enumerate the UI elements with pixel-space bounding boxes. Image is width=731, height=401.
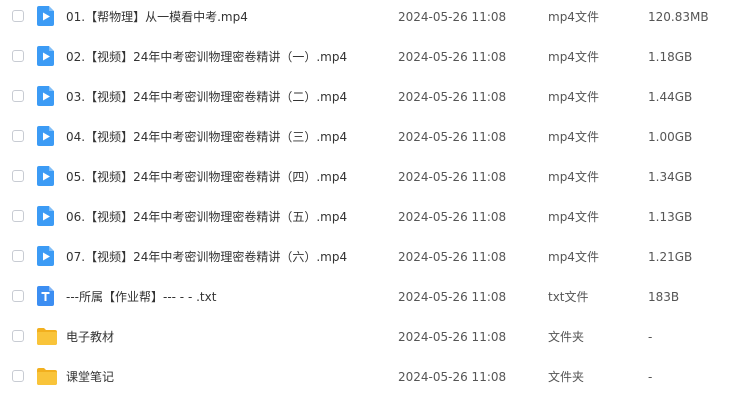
file-row[interactable]: 06.【视频】24年中考密训物理密卷精讲（五）.mp4 2024-05-26 1…	[0, 201, 731, 241]
row-checkbox[interactable]	[12, 210, 24, 222]
file-type: 文件夹	[548, 330, 585, 344]
file-date: 2024-05-26 11:08	[398, 50, 507, 64]
file-type: mp4文件	[548, 50, 599, 64]
row-checkbox[interactable]	[12, 370, 24, 382]
file-name[interactable]: 02.【视频】24年中考密训物理密卷精讲（一）.mp4	[66, 48, 347, 66]
file-name[interactable]: 03.【视频】24年中考密训物理密卷精讲（二）.mp4	[66, 88, 347, 106]
file-row[interactable]: ---所属【作业帮】--- - - .txt 2024-05-26 11:08 …	[0, 281, 731, 321]
video-file-icon	[36, 125, 56, 147]
file-size: 1.34GB	[648, 170, 693, 184]
row-checkbox[interactable]	[12, 90, 24, 102]
folder-row[interactable]: 课堂笔记 2024-05-26 11:08 文件夹 -	[0, 361, 731, 401]
file-date: 2024-05-26 11:08	[398, 330, 507, 344]
video-file-icon	[36, 85, 56, 107]
file-row[interactable]: 01.【帮物理】从一模看中考.mp4 2024-05-26 11:08 mp4文…	[0, 1, 731, 41]
video-file-icon	[36, 205, 56, 227]
file-date: 2024-05-26 11:08	[398, 210, 507, 224]
row-checkbox[interactable]	[12, 50, 24, 62]
file-date: 2024-05-26 11:08	[398, 290, 507, 304]
video-file-icon	[36, 165, 56, 187]
file-date: 2024-05-26 11:08	[398, 90, 507, 104]
file-date: 2024-05-26 11:08	[398, 250, 507, 264]
file-name[interactable]: 04.【视频】24年中考密训物理密卷精讲（三）.mp4	[66, 128, 347, 146]
video-file-icon	[36, 5, 56, 27]
file-type: 文件夹	[548, 370, 585, 384]
file-size: 1.18GB	[648, 50, 693, 64]
file-list: 01.【帮物理】从一模看中考.mp4 2024-05-26 11:08 mp4文…	[0, 0, 731, 394]
file-type: mp4文件	[548, 10, 599, 24]
file-size: 1.44GB	[648, 90, 693, 104]
file-row[interactable]: 07.【视频】24年中考密训物理密卷精讲（六）.mp4 2024-05-26 1…	[0, 241, 731, 281]
file-type: mp4文件	[548, 90, 599, 104]
file-name[interactable]: 07.【视频】24年中考密训物理密卷精讲（六）.mp4	[66, 248, 347, 266]
file-date: 2024-05-26 11:08	[398, 130, 507, 144]
file-type: mp4文件	[548, 130, 599, 144]
file-date: 2024-05-26 11:08	[398, 10, 507, 24]
file-size: -	[648, 370, 653, 384]
file-date: 2024-05-26 11:08	[398, 170, 507, 184]
file-name[interactable]: 01.【帮物理】从一模看中考.mp4	[66, 8, 248, 26]
file-size: 1.21GB	[648, 250, 693, 264]
row-checkbox[interactable]	[12, 290, 24, 302]
file-size: 1.00GB	[648, 130, 693, 144]
file-row[interactable]: 04.【视频】24年中考密训物理密卷精讲（三）.mp4 2024-05-26 1…	[0, 121, 731, 161]
file-row[interactable]: 02.【视频】24年中考密训物理密卷精讲（一）.mp4 2024-05-26 1…	[0, 41, 731, 81]
row-checkbox[interactable]	[12, 330, 24, 342]
file-date: 2024-05-26 11:08	[398, 370, 507, 384]
text-file-icon	[36, 285, 56, 307]
file-type: mp4文件	[548, 170, 599, 184]
folder-row[interactable]: 电子教材 2024-05-26 11:08 文件夹 -	[0, 321, 731, 361]
folder-icon	[36, 325, 57, 347]
file-type: mp4文件	[548, 250, 599, 264]
file-size: 1.13GB	[648, 210, 693, 224]
file-size: 183B	[648, 290, 680, 304]
row-checkbox[interactable]	[12, 130, 24, 142]
video-file-icon	[36, 245, 56, 267]
file-row[interactable]: 05.【视频】24年中考密训物理密卷精讲（四）.mp4 2024-05-26 1…	[0, 161, 731, 201]
file-row[interactable]: 03.【视频】24年中考密训物理密卷精讲（二）.mp4 2024-05-26 1…	[0, 81, 731, 121]
row-checkbox[interactable]	[12, 10, 24, 22]
folder-name[interactable]: 电子教材	[66, 328, 114, 346]
file-name[interactable]: 05.【视频】24年中考密训物理密卷精讲（四）.mp4	[66, 168, 347, 186]
file-type: txt文件	[548, 290, 589, 304]
row-checkbox[interactable]	[12, 170, 24, 182]
file-size: -	[648, 330, 653, 344]
file-name[interactable]: 06.【视频】24年中考密训物理密卷精讲（五）.mp4	[66, 208, 347, 226]
file-size: 120.83MB	[648, 10, 709, 24]
file-name[interactable]: ---所属【作业帮】--- - - .txt	[66, 288, 216, 306]
folder-icon	[36, 365, 57, 387]
video-file-icon	[36, 45, 56, 67]
row-checkbox[interactable]	[12, 250, 24, 262]
file-type: mp4文件	[548, 210, 599, 224]
folder-name[interactable]: 课堂笔记	[66, 368, 114, 386]
